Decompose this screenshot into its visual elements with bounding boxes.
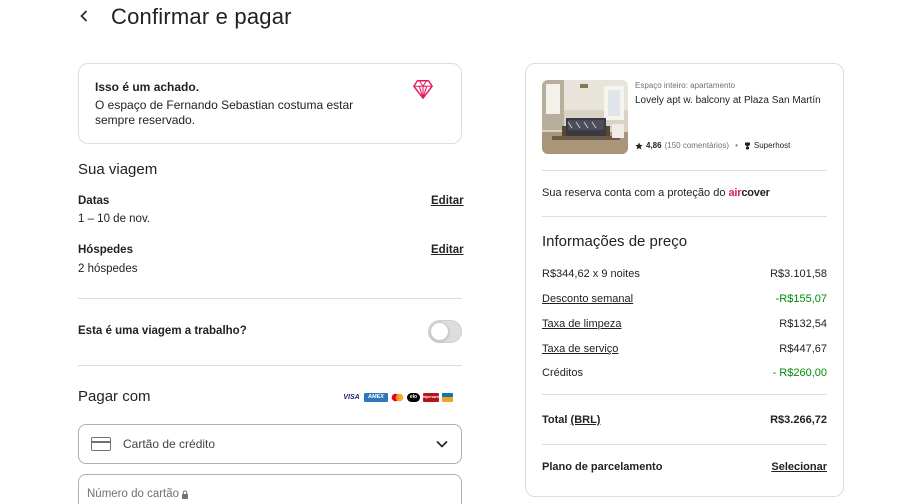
price-row-value: R$3.101,58: [770, 268, 827, 280]
visa-logo: VISA: [343, 394, 360, 401]
installment-label: Plano de parcelamento: [542, 461, 663, 473]
amex-logo: AMEX: [364, 393, 388, 402]
star-icon: [635, 141, 643, 149]
divider: [542, 394, 827, 395]
guests-value: 2 hóspedes: [78, 263, 138, 275]
back-button[interactable]: [76, 6, 92, 26]
card-logos: VISA AMEX elo hipercard: [342, 393, 453, 402]
weekly-discount-link[interactable]: Desconto semanal: [542, 293, 633, 305]
aircover-row: Sua reserva conta com a proteção do airc…: [542, 187, 770, 199]
edit-guests-link[interactable]: Editar: [431, 244, 464, 256]
lock-icon: [182, 489, 189, 499]
pay-with-title: Pagar com: [78, 388, 151, 405]
rare-find-card: Isso é um achado. O espaço de Fernando S…: [78, 63, 462, 144]
listing-thumbnail[interactable]: [542, 80, 628, 154]
listing-name: Lovely apt w. balcony at Plaza San Martí…: [635, 95, 821, 106]
credit-card-icon: [91, 437, 111, 451]
listing-type: Espaço inteiro: apartamento: [635, 81, 736, 90]
page-title: Confirmar e pagar: [111, 4, 292, 29]
rating-row: 4,86 (150 comentários) • Superhost: [635, 141, 790, 150]
card-number-placeholder: Número do cartão: [87, 488, 180, 500]
price-info-title: Informações de preço: [542, 233, 688, 250]
review-count: (150 comentários): [664, 141, 730, 150]
price-row-value: - R$260,00: [772, 367, 827, 379]
cleaning-fee-link[interactable]: Taxa de limpeza: [542, 318, 622, 330]
total-value: R$3.266,72: [770, 414, 827, 426]
divider: [78, 365, 462, 366]
divider: [542, 170, 827, 171]
chevron-down-icon: [436, 440, 448, 448]
work-trip-label: Esta é uma viagem a trabalho?: [78, 325, 247, 337]
superhost-badge: Superhost: [753, 141, 791, 150]
currency-link[interactable]: (BRL): [571, 414, 601, 426]
guests-label: Hóspedes: [78, 244, 133, 256]
divider: [78, 298, 462, 299]
card-number-field[interactable]: Número do cartão: [78, 474, 462, 504]
header: Confirmar e pagar: [0, 0, 900, 40]
diners-logo: [442, 393, 453, 402]
dates-label: Datas: [78, 195, 110, 207]
divider: [542, 444, 827, 445]
total-label: Total: [542, 414, 568, 426]
payment-method-value: Cartão de crédito: [123, 437, 216, 451]
mastercard-logo: [391, 393, 404, 402]
service-fee-link[interactable]: Taxa de serviço: [542, 343, 618, 355]
superhost-icon: [744, 142, 750, 150]
edit-dates-link[interactable]: Editar: [431, 195, 464, 207]
trip-section-title: Sua viagem: [78, 161, 158, 178]
price-row-label: Créditos: [542, 367, 583, 379]
chevron-left-icon: [80, 10, 88, 22]
work-trip-toggle[interactable]: [428, 320, 462, 343]
hipercard-logo: hipercard: [423, 393, 439, 402]
separator: •: [735, 141, 738, 150]
aircover-text: Sua reserva conta com a proteção do: [542, 187, 726, 199]
aircover-logo[interactable]: aircover: [729, 187, 770, 199]
rare-find-title: Isso é um achado.: [95, 80, 200, 94]
installment-select-link[interactable]: Selecionar: [771, 461, 827, 473]
divider: [542, 216, 827, 217]
booking-summary-card: Espaço inteiro: apartamento Lovely apt w…: [525, 63, 844, 497]
rating-value: 4,86: [646, 141, 662, 150]
diamond-icon: [413, 80, 433, 99]
dates-value: 1 – 10 de nov.: [78, 213, 151, 225]
price-row-value: R$132,54: [779, 318, 827, 330]
price-row-label: R$344,62 x 9 noites: [542, 268, 640, 280]
price-row-value: R$447,67: [779, 343, 827, 355]
price-row-value: -R$155,07: [775, 293, 827, 305]
payment-method-select[interactable]: Cartão de crédito: [78, 424, 462, 464]
elo-logo: elo: [407, 393, 420, 402]
toggle-knob: [430, 322, 449, 341]
rare-find-text: O espaço de Fernando Sebastian costuma e…: [95, 98, 354, 127]
